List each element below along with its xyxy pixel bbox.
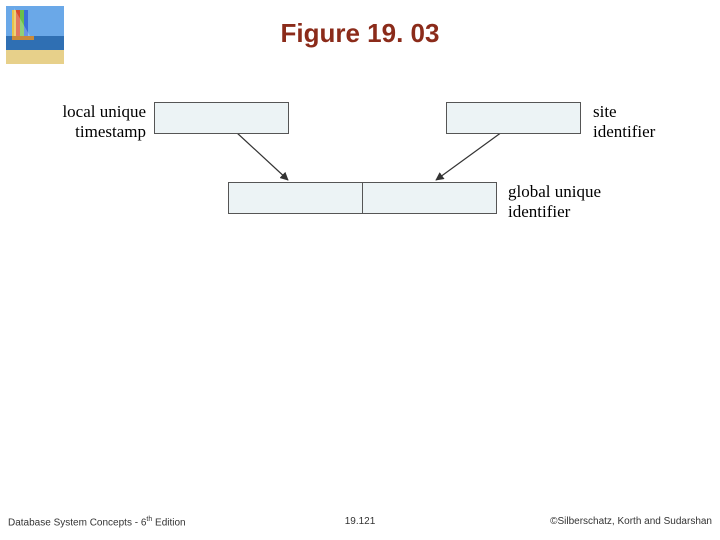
label-line: local unique	[62, 102, 146, 121]
label-line: timestamp	[75, 122, 146, 141]
label-line: global unique	[508, 182, 601, 201]
footer: Database System Concepts - 6th Edition 1…	[0, 516, 720, 532]
box-global-left	[228, 182, 363, 214]
page-title: Figure 19. 03	[0, 18, 720, 49]
label-local-timestamp: local unique timestamp	[48, 102, 146, 141]
diagram: local unique timestamp site identifier g…	[48, 100, 672, 240]
label-line: identifier	[593, 122, 655, 141]
label-line: identifier	[508, 202, 570, 221]
label-site-identifier: site identifier	[593, 102, 655, 141]
box-site-identifier	[446, 102, 581, 134]
footer-copyright: ©Silberschatz, Korth and Sudarshan	[550, 516, 712, 527]
box-local-timestamp	[154, 102, 289, 134]
label-global-identifier: global unique identifier	[508, 182, 601, 221]
box-global-right	[362, 182, 497, 214]
label-line: site	[593, 102, 617, 121]
